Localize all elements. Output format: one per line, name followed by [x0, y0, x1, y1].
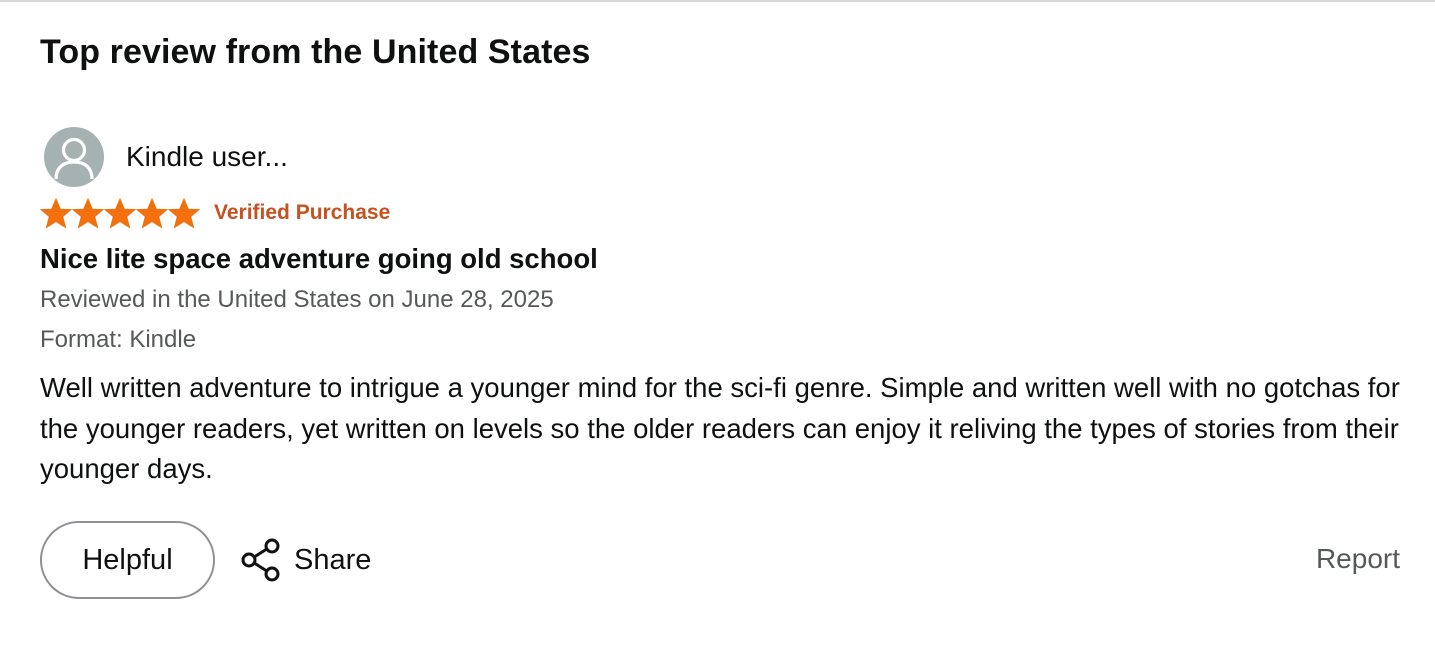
review-format: Format: Kindle — [40, 326, 197, 353]
review-date: Reviewed in the United States on June 28… — [40, 286, 554, 313]
helpful-button[interactable]: Helpful — [40, 521, 215, 599]
reviewer-profile[interactable]: Kindle user... — [44, 127, 288, 187]
review-actions: Helpful Share Report — [40, 521, 1400, 599]
star-icon — [72, 197, 104, 229]
star-icon — [40, 197, 72, 229]
share-label: Share — [294, 543, 372, 576]
section-heading: Top review from the United States — [40, 33, 591, 71]
review-card: Top review from the United States Kindle… — [0, 0, 1435, 647]
top-divider — [0, 0, 1435, 6]
share-button[interactable]: Share — [240, 535, 371, 585]
star-rating[interactable] — [40, 197, 200, 229]
review-body: Well written adventure to intrigue a you… — [40, 372, 1400, 484]
avatar — [44, 127, 104, 187]
star-icon — [168, 197, 200, 229]
reviewer-name: Kindle user... — [126, 141, 288, 172]
star-icon — [136, 197, 168, 229]
rating-row: Verified Purchase — [40, 196, 390, 230]
report-link[interactable]: Report — [1316, 543, 1400, 575]
person-silhouette-icon — [54, 137, 94, 180]
star-icon — [104, 197, 136, 229]
verified-purchase-badge: Verified Purchase — [214, 201, 391, 224]
review-title[interactable]: Nice lite space adventure going old scho… — [40, 241, 598, 277]
share-icon — [241, 538, 280, 582]
